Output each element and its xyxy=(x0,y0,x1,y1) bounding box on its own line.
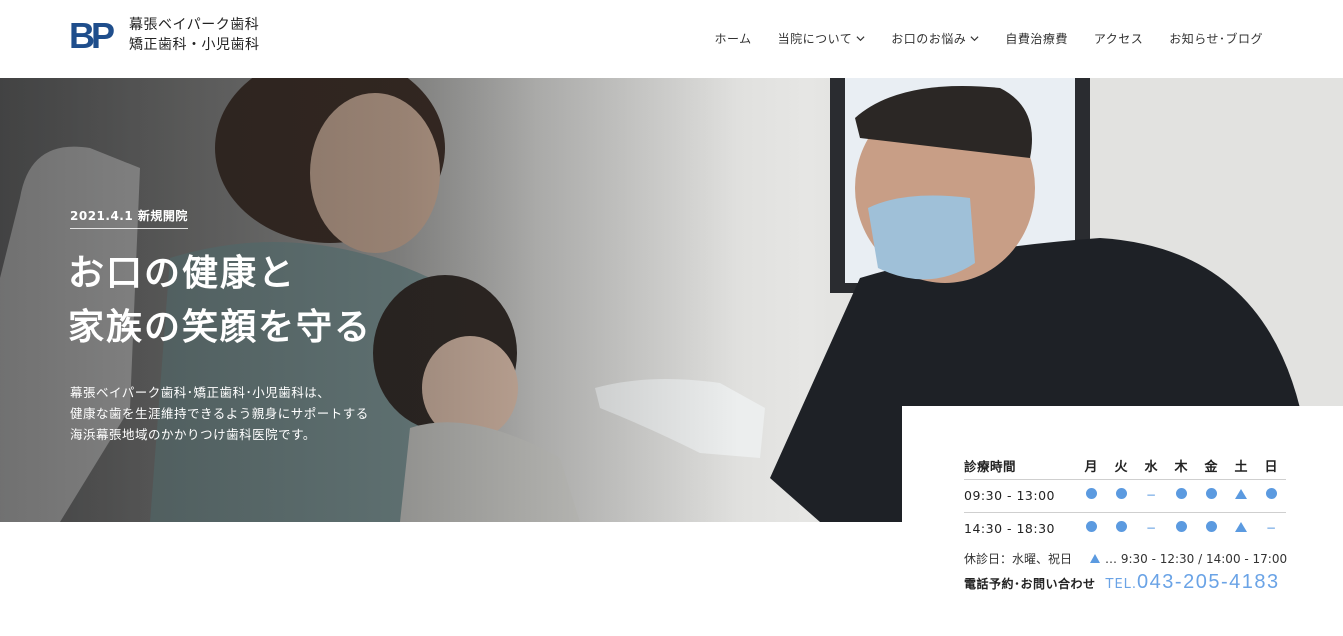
partial-cell xyxy=(1226,521,1256,536)
hero-headline: お口の健康と 家族の笑顔を守る xyxy=(68,246,372,354)
logo-text: 幕張ベイパーク歯科 矯正歯科・小児歯科 xyxy=(129,15,260,55)
closed-cell: − xyxy=(1136,521,1166,536)
opening-badge: 2021.4.1 新規開院 xyxy=(70,207,188,229)
closed-cell: − xyxy=(1256,521,1286,536)
brand-name-line2: 矯正歯科・小児歯科 xyxy=(129,37,260,53)
open-dot-icon xyxy=(1085,488,1097,499)
open-cell xyxy=(1106,521,1136,536)
afternoon-time: 14:30 - 18:30 xyxy=(964,521,1056,536)
hours-row-morning: 09:30 - 13:00 − xyxy=(964,488,1286,503)
nav-concerns-label: お口のお悩み xyxy=(891,32,967,46)
open-dot-icon xyxy=(1205,488,1217,499)
open-cell xyxy=(1076,488,1106,503)
hours-divider xyxy=(964,512,1286,513)
nav-news-blog-label: お知らせ･ブログ xyxy=(1169,32,1263,46)
tel-prefix: TEL. xyxy=(1105,577,1138,592)
closed-cell: − xyxy=(1136,488,1166,503)
chevron-down-icon xyxy=(970,36,979,42)
lead-line2: 健康な歯を生涯維持できるよう親身にサポートする xyxy=(70,406,369,421)
open-cell xyxy=(1256,488,1286,503)
nav-access-label: アクセス xyxy=(1093,32,1144,46)
triangle-note: … 9:30 - 12:30 / 14:00 - 17:00 xyxy=(1090,552,1287,566)
chevron-down-icon xyxy=(856,36,865,42)
open-cell xyxy=(1166,488,1196,503)
bp-logo-icon: BP xyxy=(69,15,118,55)
closed-dash-icon: − xyxy=(1145,488,1157,502)
nav-home-label: ホーム xyxy=(714,32,752,46)
site-logo[interactable]: BP 幕張ベイパーク歯科 矯正歯科・小児歯科 xyxy=(69,15,260,55)
open-dot-icon xyxy=(1175,488,1187,499)
morning-time: 09:30 - 13:00 xyxy=(964,488,1056,503)
open-cell xyxy=(1076,521,1106,536)
headline-line2: 家族の笑顔を守る xyxy=(68,306,373,348)
day-header: 月 xyxy=(1084,460,1098,475)
svg-text:BP: BP xyxy=(69,15,114,55)
day-header: 土 xyxy=(1234,460,1248,475)
nav-about[interactable]: 当院について xyxy=(778,28,866,49)
nav-about-label: 当院について xyxy=(777,32,853,46)
brand-name-line1: 幕張ベイパーク歯科 xyxy=(129,17,260,33)
hero-lead-text: 幕張ベイパーク歯科･矯正歯科･小児歯科は、 健康な歯を生涯維持できるよう親身にサ… xyxy=(70,382,369,445)
nav-fees[interactable]: 自費治療費 xyxy=(1005,28,1068,49)
open-dot-icon xyxy=(1115,488,1127,499)
lead-line1: 幕張ベイパーク歯科･矯正歯科･小児歯科は、 xyxy=(70,385,331,400)
triangle-icon xyxy=(1235,522,1247,532)
open-dot-icon xyxy=(1265,488,1277,499)
open-dot-icon xyxy=(1205,521,1217,532)
closed-dash-icon: − xyxy=(1145,521,1157,535)
hours-header-label: 診療時間 xyxy=(964,459,1017,474)
day-headers: 月火水木金土日 xyxy=(1076,456,1286,475)
open-cell xyxy=(1106,488,1136,503)
closed-dash-icon: − xyxy=(1265,521,1277,535)
nav-access[interactable]: アクセス xyxy=(1094,28,1143,49)
phone-number-link[interactable]: 043-205-4183 xyxy=(1137,571,1280,594)
nav-fees-label: 自費治療費 xyxy=(1005,32,1068,46)
morning-marks: − xyxy=(1076,488,1286,503)
triangle-note-text: … 9:30 - 12:30 / 14:00 - 17:00 xyxy=(1105,551,1288,566)
nav-home[interactable]: ホーム xyxy=(715,28,752,49)
nav-concerns[interactable]: お口のお悩み xyxy=(891,28,979,49)
clinic-hours-panel: 診療時間 月 火 水 木 金 土 日 09:30 - 13:00 − 14:30 - 18:… xyxy=(902,406,1343,636)
main-nav: ホーム 当院について お口のお悩み 自費治療費 アクセス お知らせ･ブログ xyxy=(689,28,1263,49)
open-dot-icon xyxy=(1085,521,1097,532)
open-dot-icon xyxy=(1175,521,1187,532)
hours-header-row: 診療時間 月 火 水 木 金 土 日 xyxy=(964,456,1286,475)
day-header: 水 xyxy=(1144,460,1158,475)
triangle-icon xyxy=(1235,489,1247,499)
lead-line3: 海浜幕張地域のかかりつけ歯科医院です。 xyxy=(70,427,316,442)
partial-cell xyxy=(1226,488,1256,503)
triangle-icon xyxy=(1090,554,1101,563)
closed-days-row: 休診日：水曜、祝日 … 9:30 - 12:30 / 14:00 - 17:00 xyxy=(964,550,1294,567)
day-header: 日 xyxy=(1264,460,1278,475)
headline-line1: お口の健康と xyxy=(68,252,297,294)
hours-divider xyxy=(964,479,1286,480)
open-dot-icon xyxy=(1115,521,1127,532)
hours-row-afternoon: 14:30 - 18:30 − − xyxy=(964,521,1286,536)
contact-label: 電話予約･お問い合わせ xyxy=(964,577,1096,591)
day-header: 金 xyxy=(1204,460,1218,475)
day-header: 火 xyxy=(1114,460,1128,475)
open-cell xyxy=(1196,488,1226,503)
contact-row: 電話予約･お問い合わせ TEL. 043-205-4183 xyxy=(964,571,1280,594)
nav-news-blog[interactable]: お知らせ･ブログ xyxy=(1169,28,1263,49)
open-cell xyxy=(1166,521,1196,536)
site-header: BP 幕張ベイパーク歯科 矯正歯科・小児歯科 ホーム 当院について お口のお悩み… xyxy=(0,0,1343,78)
day-header: 木 xyxy=(1174,460,1188,475)
closed-days-label: 休診日：水曜、祝日 xyxy=(964,552,1073,566)
open-cell xyxy=(1196,521,1226,536)
afternoon-marks: − − xyxy=(1076,521,1286,536)
